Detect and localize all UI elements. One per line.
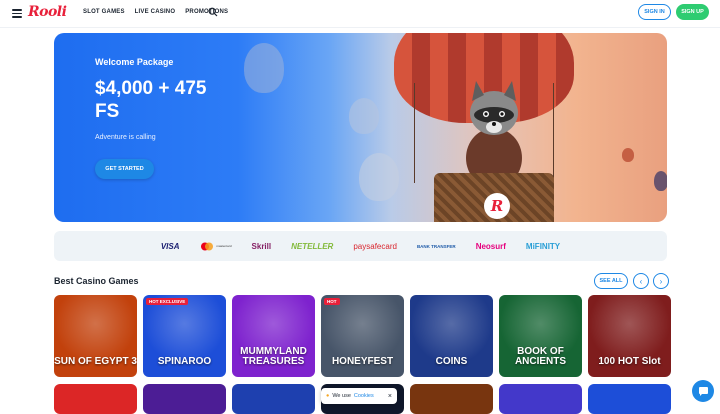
chat-icon	[698, 386, 708, 396]
top-navigation-bar: Rooli SLOT GAMES LIVE CASINO PROMOTIONS …	[0, 0, 720, 28]
menu-icon[interactable]	[12, 9, 22, 18]
games-carousel: SUN OF EGYPT 3 HOT EXCLUSIVE SPINAROO MUMMY…	[54, 295, 671, 377]
chat-button[interactable]	[692, 380, 714, 402]
mifinity-logo: MiFINITY	[525, 241, 561, 251]
cookie-icon: ●	[326, 393, 330, 399]
game-card[interactable]	[588, 384, 671, 414]
game-title: 100 HOT Slot	[598, 356, 661, 367]
next-arrow-button[interactable]: ›	[653, 273, 669, 289]
game-card[interactable]	[410, 384, 493, 414]
welcome-banner[interactable]: R Welcome Package $4,000 + 475 FS Advent…	[54, 33, 667, 222]
game-card[interactable]: SUN OF EGYPT 3	[54, 295, 137, 377]
cookie-text: We use	[332, 393, 351, 399]
visa-logo: VISA	[160, 241, 180, 251]
game-card[interactable]: MUMMYLAND TREASURES	[232, 295, 315, 377]
game-card[interactable]: COINS	[410, 295, 493, 377]
mastercard-icon	[200, 242, 213, 250]
sign-in-button[interactable]: SIGN IN	[638, 4, 671, 20]
get-started-button[interactable]: GET STARTED	[95, 159, 154, 179]
nav-slot-games[interactable]: SLOT GAMES	[83, 9, 125, 15]
skrill-logo: Skrill	[251, 241, 272, 251]
payment-methods-strip: VISA mastercard Skrill NETELLER paysafec…	[54, 231, 667, 261]
prev-arrow-button[interactable]: ‹	[633, 273, 649, 289]
game-card[interactable]: 100 HOT Slot	[588, 295, 671, 377]
mastercard-label: mastercard	[216, 244, 232, 248]
search-icon[interactable]	[208, 7, 218, 17]
cookies-link[interactable]: Cookies	[354, 393, 374, 399]
nav-promotions[interactable]: PROMOTIONS	[185, 9, 228, 15]
game-card[interactable]: HOT EXCLUSIVE SPINAROO	[143, 295, 226, 377]
nav-live-casino[interactable]: LIVE CASINO	[135, 9, 176, 15]
hot-air-balloon-image	[244, 43, 284, 93]
raccoon-mascot-image	[466, 81, 522, 183]
rooli-badge: R	[484, 193, 510, 219]
hot-air-balloon-image	[359, 153, 399, 201]
game-card[interactable]	[54, 384, 137, 414]
game-tag-badge: HOT	[324, 298, 340, 305]
paysafecard-logo: paysafecard	[353, 241, 397, 251]
see-all-button[interactable]: SEE ALL	[594, 273, 628, 289]
hero-offer: $4,000 + 475 FS	[95, 78, 207, 122]
game-card[interactable]: BOOK OF ANCIENTS	[499, 295, 582, 377]
hot-air-balloon-image	[654, 171, 667, 191]
cookie-banner: ● We use Cookies ×	[321, 388, 397, 404]
game-card[interactable]: HOT HONEYFEST	[321, 295, 404, 377]
sign-up-button[interactable]: SIGN UP	[676, 4, 709, 20]
game-title: COINS	[435, 356, 468, 367]
game-title: HONEYFEST	[331, 356, 394, 367]
close-icon[interactable]: ×	[388, 393, 392, 400]
mastercard-logo: mastercard	[200, 242, 232, 251]
hot-air-balloon-image	[622, 148, 634, 162]
best-casino-games-title: Best Casino Games	[54, 276, 139, 286]
game-title: SPINAROO	[157, 356, 212, 367]
game-title: SUN OF EGYPT 3	[54, 356, 137, 367]
hot-air-balloon-image	[349, 98, 379, 134]
neteller-logo: NETELLER	[291, 241, 334, 251]
game-title: BOOK OF ANCIENTS	[514, 346, 567, 367]
neosurf-logo: Neosurf	[475, 241, 506, 251]
bank-transfer-logo: BANK TRANSFER	[416, 243, 456, 249]
hero-subtitle: Adventure is calling	[95, 134, 156, 141]
hero-title: Welcome Package	[95, 57, 174, 67]
game-tag-badge: HOT EXCLUSIVE	[146, 298, 189, 305]
game-card[interactable]	[232, 384, 315, 414]
game-card[interactable]	[143, 384, 226, 414]
game-title: MUMMYLAND TREASURES	[240, 346, 307, 367]
game-card[interactable]	[499, 384, 582, 414]
rooli-logo[interactable]: Rooli	[28, 4, 67, 20]
main-nav: SLOT GAMES LIVE CASINO PROMOTIONS	[83, 9, 228, 15]
